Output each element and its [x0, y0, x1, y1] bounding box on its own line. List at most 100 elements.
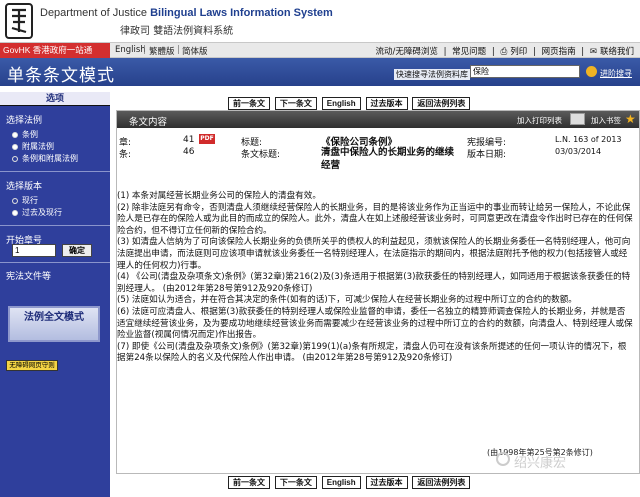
- section-title: 清盘中保险人的长期业务的继续经营: [321, 147, 455, 171]
- gazette-value: L.N. 163 of 2013: [555, 135, 622, 144]
- section-label: 条:: [119, 150, 132, 160]
- print-link[interactable]: 列印: [510, 47, 527, 57]
- paragraph: (7) 即使《公司(清盘及杂项条文)条例》(第32章)第199(1)(a)条有所…: [117, 341, 627, 364]
- section-title-label: 条文标题:: [241, 150, 281, 160]
- radio-icon[interactable]: [12, 132, 18, 138]
- content-panel: 条文内容 加入打印列表 加入书签 ★ 章: 41 PDF 条: 46 标题: 条…: [116, 110, 640, 474]
- mail-icon: ✉: [589, 47, 597, 57]
- radio-selected-icon[interactable]: [12, 156, 18, 162]
- page-title: 单条条文模式: [7, 66, 115, 86]
- english-button[interactable]: English: [321, 97, 361, 110]
- version-date-label: 版本日期:: [467, 150, 507, 160]
- system-name-zh: 雙語法例資料系統: [153, 26, 234, 37]
- divider: [0, 262, 110, 263]
- radio-label: 过去及现行: [22, 208, 62, 217]
- util-separator: |: [581, 47, 585, 57]
- radio-ordinance[interactable]: 条例: [12, 129, 104, 141]
- radio-icon[interactable]: [12, 144, 18, 150]
- past-version-button[interactable]: 过去版本: [365, 97, 408, 110]
- divider: [0, 171, 110, 172]
- nav-buttons-top: 前一条文 下一条文 English 过去版本 返回法例列表: [228, 97, 472, 110]
- radio-selected-icon[interactable]: [12, 198, 18, 204]
- search-label: 快速搜寻法例资料库: [394, 69, 470, 80]
- paragraph: (5) 法庭如认为适合，并在符合其决定的条件(如有的话)下，可减少保险人在经营长…: [117, 295, 577, 306]
- govhk-bar: GovHK 香港政府一站通 English | 繁體版 | 简体版 流动/无障碍…: [0, 42, 640, 58]
- radio-past-current[interactable]: 过去及现行: [12, 207, 104, 219]
- version-section: 选择版本 现行 过去及现行: [0, 179, 110, 219]
- system-name: Bilingual Laws Information System: [150, 7, 333, 19]
- divider: [0, 225, 110, 226]
- star-icon[interactable]: ★: [625, 112, 636, 126]
- paragraph: (1) 本条对属经营长期业务公司的保险人的清盘有效。: [117, 191, 321, 201]
- next-section-button[interactable]: 下一条文: [274, 476, 317, 489]
- radio-icon[interactable]: [12, 210, 18, 216]
- search-input[interactable]: [470, 65, 580, 78]
- english-button[interactable]: English: [321, 476, 361, 489]
- utility-links: 流动/无障碍浏览 | 常见问题 | ⎙ 列印 | 网页指南 | ✉ 联络我们: [373, 45, 635, 57]
- lang-separator: |: [143, 45, 146, 55]
- section-value: 46: [183, 147, 195, 157]
- section-body: (1) 本条对属经营长期业务公司的保险人的清盘有效。 (2) 除非法庭另有命令，…: [117, 191, 633, 365]
- contact-link[interactable]: 联络我们: [600, 47, 634, 57]
- title-bar: 单条条文模式 快速搜寻法例资料库 进阶搜寻: [0, 58, 640, 86]
- dept-name-zh: 律政司: [120, 26, 150, 37]
- faq-link[interactable]: 常见问题: [452, 47, 486, 57]
- next-section-button[interactable]: 下一条文: [274, 97, 317, 110]
- lang-traditional-link[interactable]: 繁體版: [149, 45, 175, 57]
- sidebar: 选项 选择法例 条例 附属法例 条例和附属法例 选择版本 现行 过去及现行 开始…: [0, 92, 110, 497]
- printer-icon[interactable]: [570, 113, 585, 125]
- nav-buttons-bottom: 前一条文 下一条文 English 过去版本 返回法例列表: [228, 476, 472, 489]
- add-bookmark-link[interactable]: 加入书签: [591, 115, 621, 126]
- section-metadata: 章: 41 PDF 条: 46 标题: 条文标题: 《保险公司条例》 清盘中保险…: [117, 133, 639, 177]
- add-print-list-link[interactable]: 加入打印列表: [517, 115, 562, 126]
- site-header: Department of Justice Bilingual Laws Inf…: [0, 0, 640, 42]
- back-to-list-button[interactable]: 返回法例列表: [412, 97, 471, 110]
- constitutional-link[interactable]: 宪法文件等: [6, 269, 104, 282]
- search-go-icon[interactable]: [586, 66, 597, 77]
- version-title: 选择版本: [6, 182, 43, 192]
- fulltext-mode-button[interactable]: 法例全文模式: [8, 306, 100, 342]
- doj-logo-icon[interactable]: [4, 2, 34, 40]
- paragraph: (3) 如清盘人信纳为了可向该保险人长期业务的负债所关乎的债权人的利益起见，须就…: [117, 237, 631, 271]
- util-separator: |: [532, 47, 536, 57]
- radio-both[interactable]: 条例和附属法例: [12, 153, 104, 165]
- paragraph: (6) 法庭可应清盘人、根据第(3)款获委任的特别经理人或保险业监督的申请，委任…: [117, 306, 633, 341]
- watermark-logo-icon: [496, 452, 510, 466]
- content-header-bar: 条文内容 加入打印列表 加入书签 ★: [117, 111, 639, 128]
- chapter-ok-button[interactable]: 确定: [62, 244, 92, 257]
- radio-subsidiary[interactable]: 附属法例: [12, 141, 104, 153]
- prev-section-button[interactable]: 前一条文: [228, 97, 270, 110]
- chapter-value: 41: [183, 135, 195, 145]
- chapter-input[interactable]: [12, 244, 56, 257]
- paragraph: (4) 《公司(清盘及杂项条文)条例》(第32章)第216(2)及(3)条适用于…: [117, 272, 631, 294]
- printer-icon: ⎙: [500, 47, 508, 57]
- back-to-list-button[interactable]: 返回法例列表: [412, 476, 471, 489]
- accessibility-link[interactable]: 流动/无障碍浏览: [376, 47, 438, 57]
- util-separator: |: [491, 47, 495, 57]
- radio-label: 附属法例: [22, 142, 54, 151]
- radio-label: 条例和附属法例: [22, 154, 78, 163]
- department-title-en: Department of Justice Bilingual Laws Inf…: [40, 7, 333, 19]
- past-version-button[interactable]: 过去版本: [365, 476, 408, 489]
- radio-label: 条例: [22, 130, 38, 139]
- paragraph: (2) 除非法庭另有命令，否则清盘人须继续经营保险人的长期业务，目的是将该业务作…: [117, 202, 633, 236]
- dept-name: Department of Justice: [40, 7, 147, 19]
- lang-separator: |: [177, 45, 180, 55]
- lang-english-link[interactable]: English: [115, 45, 146, 55]
- law-type-title: 选择法例: [6, 116, 43, 126]
- content-title: 条文内容: [129, 117, 168, 128]
- govhk-link[interactable]: GovHK 香港政府一站通: [0, 43, 110, 58]
- radio-label: 现行: [22, 196, 38, 205]
- accessibility-badge[interactable]: 无障碍网页守则: [6, 360, 58, 371]
- law-type-section: 选择法例 条例 附属法例 条例和附属法例: [0, 113, 110, 165]
- advanced-search-link[interactable]: 进阶搜寻: [600, 68, 632, 79]
- guide-link[interactable]: 网页指南: [542, 47, 576, 57]
- util-separator: |: [443, 47, 447, 57]
- radio-current[interactable]: 现行: [12, 195, 104, 207]
- prev-section-button[interactable]: 前一条文: [228, 476, 270, 489]
- pdf-icon[interactable]: PDF: [199, 134, 215, 144]
- watermark: 绍兴康宏: [514, 456, 567, 471]
- version-date-value: 03/03/2014: [555, 147, 602, 156]
- constitutional-section: 宪法文件等: [0, 262, 110, 282]
- lang-simplified-link[interactable]: 简体版: [182, 45, 208, 57]
